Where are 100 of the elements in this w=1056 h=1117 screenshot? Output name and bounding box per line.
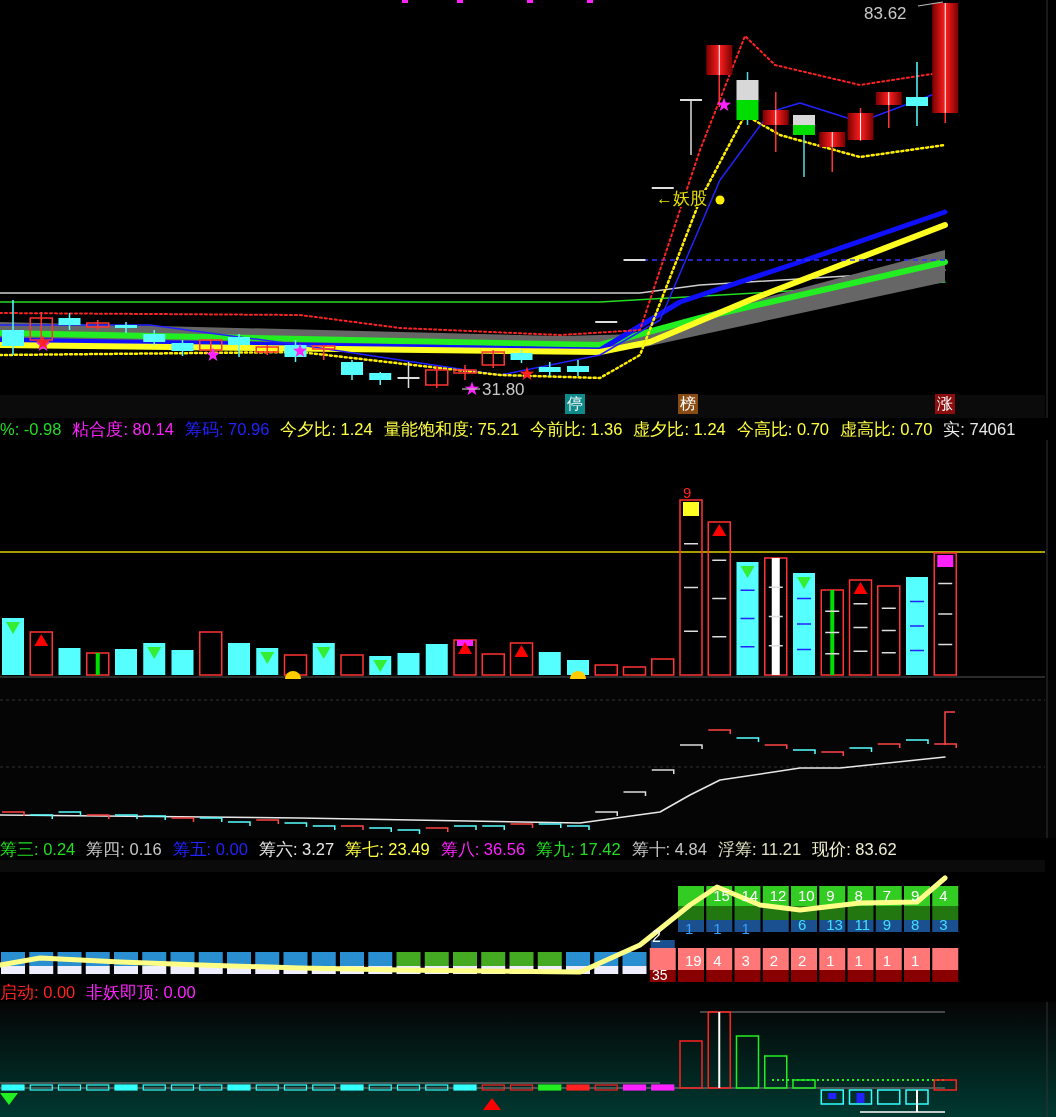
candlestick [906, 61, 928, 127]
candlestick [171, 339, 194, 357]
indicator-value: 筹七: 23.49 [345, 838, 430, 860]
candlestick [58, 312, 81, 331]
histogram-bar [877, 1089, 901, 1105]
volume-bar [481, 653, 505, 676]
triangle-marker [514, 645, 529, 657]
chip-count: 13 [826, 917, 843, 932]
triangle-marker [34, 634, 49, 646]
volume-bar [115, 649, 137, 675]
chip-count: 12 [769, 888, 787, 903]
histogram-bar [481, 1084, 505, 1091]
histogram-bar [933, 1079, 957, 1091]
volume-bar [340, 654, 364, 676]
leader-line [917, 1, 944, 7]
indicator-value: 筹码: 70.96 [184, 418, 270, 440]
chip-count: 8 [854, 888, 863, 903]
histogram-bar [114, 1084, 138, 1091]
price-dash [594, 321, 619, 323]
triangle-marker [712, 524, 727, 536]
indicator-value: 启动: 0.00 [0, 982, 76, 1004]
histogram-bar [283, 1084, 308, 1091]
histogram-bar [566, 1084, 590, 1091]
candlestick [706, 44, 733, 108]
indicator-value: 今夕比: 1.24 [280, 418, 373, 440]
histogram-bar [170, 1084, 195, 1091]
histogram-bar [368, 1084, 392, 1091]
volume-bar [594, 664, 618, 676]
candlestick [255, 344, 279, 356]
triangle-marker [740, 566, 755, 578]
chip-count: 19 [685, 953, 702, 968]
volume-bar [622, 666, 647, 676]
candlestick [481, 349, 505, 369]
volume-bar [453, 639, 477, 676]
star-marker [464, 381, 480, 396]
volume-bar [651, 658, 675, 676]
price-dash [650, 187, 675, 189]
histogram-bar [453, 1084, 477, 1091]
triangle-marker [260, 652, 275, 664]
star-marker [292, 343, 308, 358]
histogram-bar [29, 1084, 53, 1091]
histogram-bar [622, 1084, 647, 1091]
candlestick [369, 371, 392, 386]
volume-bar [538, 652, 561, 675]
chip-count: 8 [911, 917, 920, 932]
triangle-marker [316, 647, 331, 659]
chip-count: 4 [939, 888, 948, 903]
marker-square [402, 0, 408, 3]
price-dash [622, 259, 647, 261]
chip-count: 4 [713, 953, 722, 968]
indicator-value: 筹九: 17.42 [536, 838, 621, 860]
triangle-marker [373, 660, 388, 672]
histogram-bar [679, 1040, 703, 1089]
candlestick [143, 329, 166, 346]
candlestick [847, 107, 874, 142]
bar-label: 9 [683, 485, 692, 500]
marker-square [937, 555, 954, 567]
histogram-bar [509, 1084, 534, 1091]
volume-bar [29, 631, 53, 676]
histogram-bar [792, 1079, 816, 1089]
star-marker [205, 347, 221, 362]
price-label: 31.80 [482, 381, 525, 398]
chip-count: 6 [798, 917, 807, 932]
star-marker [519, 366, 535, 381]
candlestick [793, 114, 815, 178]
chip-count: 1 [854, 953, 863, 968]
candlestick [679, 99, 703, 156]
chip-count: 2 [798, 953, 807, 968]
candlestick [736, 71, 759, 126]
candlestick [425, 365, 449, 389]
semicircle-marker [570, 671, 586, 679]
indicator-value: 虚夕比: 1.24 [633, 418, 726, 440]
volume-bar [397, 653, 420, 675]
histogram-bar [199, 1084, 223, 1091]
candlestick [819, 131, 846, 173]
chip-count: 9 [826, 888, 835, 903]
triangle-marker [797, 577, 811, 589]
chip-count: 15 [713, 888, 730, 903]
chip-count: 3 [939, 917, 948, 932]
indicator-value: 筹四: 0.16 [86, 838, 162, 860]
histogram-bar [227, 1084, 251, 1091]
histogram-bar [57, 1084, 82, 1091]
leader-line [461, 388, 481, 390]
price-label: 83.62 [864, 5, 907, 22]
semicircle-marker [285, 671, 301, 679]
indicator-value: 筹八: 36.56 [440, 838, 526, 860]
candlestick [567, 359, 589, 377]
indicator-value: %: -0.98 [0, 418, 62, 440]
volume-bar [86, 652, 110, 676]
star-marker [716, 97, 732, 112]
chip-count: 1 [882, 953, 892, 968]
histogram-bar [425, 1084, 449, 1091]
indicator-value: 非妖即顶: 0.00 [86, 982, 196, 1004]
indicator-value: 筹三: 0.24 [0, 838, 76, 860]
candlestick [510, 349, 533, 364]
chip-count: 7 [882, 888, 892, 903]
indicator-value: 筹十: 4.84 [631, 838, 707, 860]
marker-square [457, 0, 463, 3]
chip-count: 2 [769, 953, 779, 968]
signal-badge: 涨 [935, 394, 955, 414]
